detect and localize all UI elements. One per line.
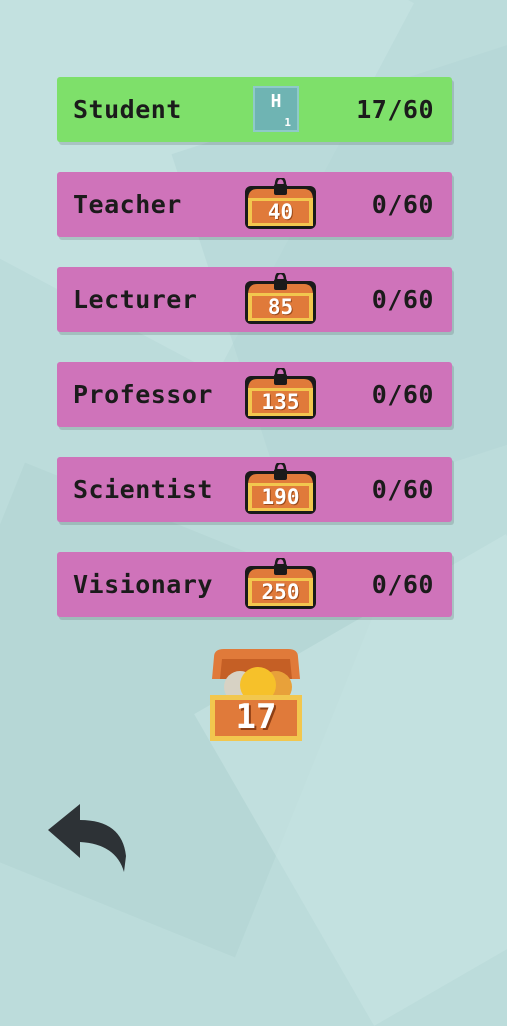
locked-chest-icon: 40 xyxy=(243,178,318,231)
unlock-cost: 190 xyxy=(261,485,300,509)
level-progress: 0/60 xyxy=(371,475,434,504)
level-row-professor[interactable]: Professor 135 0/60 xyxy=(57,362,452,427)
level-row-student[interactable]: Student H 1 17/60 xyxy=(57,77,452,142)
coin-chest-icon: 17 xyxy=(208,647,304,743)
level-name: Student xyxy=(73,95,182,124)
level-progress: 0/60 xyxy=(371,190,434,219)
level-progress: 0/60 xyxy=(371,570,434,599)
level-row-teacher[interactable]: Teacher 40 0/60 xyxy=(57,172,452,237)
locked-chest-icon: 250 xyxy=(243,558,318,611)
level-name: Professor xyxy=(73,380,213,409)
locked-chest-icon: 85 xyxy=(243,273,318,326)
back-button[interactable] xyxy=(44,800,132,876)
level-name: Scientist xyxy=(73,475,213,504)
unlock-cost: 135 xyxy=(261,390,300,414)
unlock-cost: 250 xyxy=(261,580,300,604)
level-row-visionary[interactable]: Visionary 250 0/60 xyxy=(57,552,452,617)
level-progress: 17/60 xyxy=(356,95,434,124)
unlock-cost: 85 xyxy=(267,295,294,319)
element-tile: H 1 xyxy=(253,86,299,132)
level-row-scientist[interactable]: Scientist 190 0/60 xyxy=(57,457,452,522)
level-progress: 0/60 xyxy=(371,380,434,409)
element-number: 1 xyxy=(284,116,291,129)
element-symbol: H xyxy=(270,91,282,112)
level-list: Student H 1 17/60 Teacher 40 0/60 Lectur… xyxy=(57,77,452,647)
level-progress: 0/60 xyxy=(371,285,434,314)
locked-chest-icon: 135 xyxy=(243,368,318,421)
level-name: Visionary xyxy=(73,570,213,599)
level-name: Teacher xyxy=(73,190,182,219)
unlock-cost: 40 xyxy=(267,200,294,224)
back-arrow-icon xyxy=(48,804,126,872)
locked-chest-icon: 190 xyxy=(243,463,318,516)
level-name: Lecturer xyxy=(73,285,198,314)
level-row-lecturer[interactable]: Lecturer 85 0/60 xyxy=(57,267,452,332)
coin-count: 17 xyxy=(235,697,277,737)
